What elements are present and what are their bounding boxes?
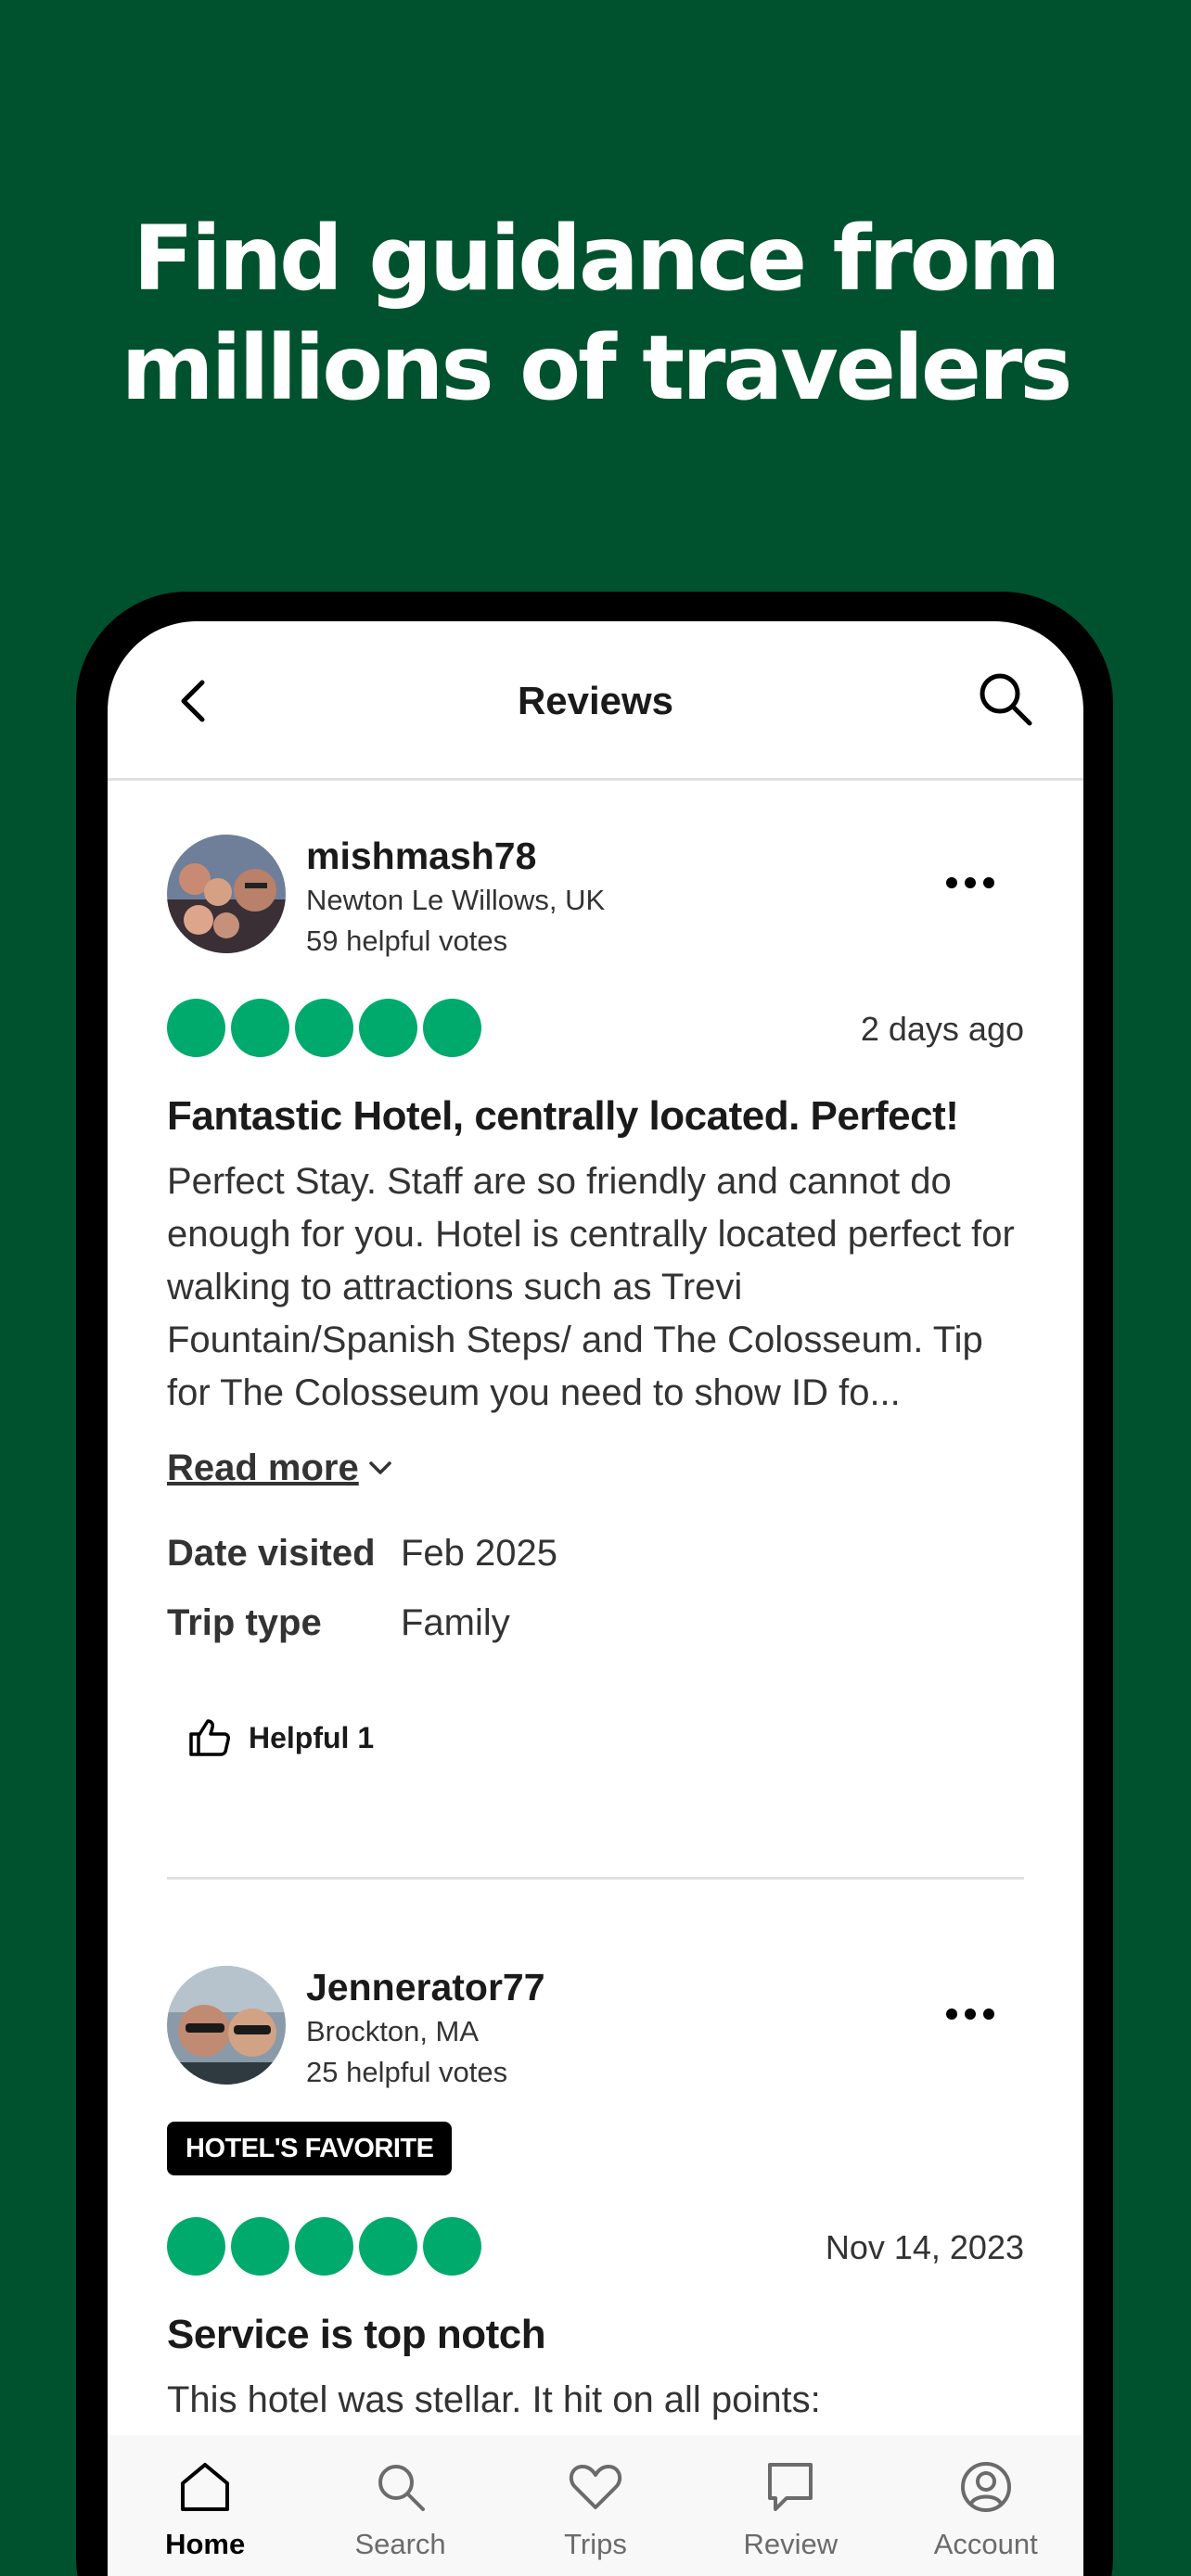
helpful-label: Helpful 1 [249,1721,375,1754]
avatar[interactable] [167,1966,286,2085]
rating-bubbles [167,2217,481,2276]
tab-home-label: Home [165,2528,246,2560]
review-card: mishmash78 Newton Le Willows, UK 59 help… [167,835,1024,1539]
rating-bubble [295,2217,353,2276]
reviewer-location: Newton Le Willows, UK [306,884,606,916]
tab-search-label: Search [354,2528,446,2560]
rating-bubble [231,999,289,1057]
reviewer-name[interactable]: Jennerator77 [306,1964,545,2010]
review-date: 2 days ago [860,1010,1024,1048]
heart-icon [569,2465,622,2509]
trip-type-label: Trip type [167,1602,322,1643]
rating-bubble [167,999,225,1057]
reviewer-votes: 59 helpful votes [306,925,508,957]
review-date: Nov 14, 2023 [825,2228,1024,2266]
hero-heading: Find guidance from millions of travelers [0,204,1191,423]
search-icon [378,2465,425,2511]
tab-account[interactable]: Account [893,2435,1079,2576]
review-title: Fantastic Hotel, centrally located. Perf… [167,1093,959,1139]
phone-screen: Reviews mishmash78 Newton Le Willows, UK… [108,621,1083,2576]
more-options-icon[interactable] [944,874,996,892]
hero-line-1: Find guidance from [133,207,1060,311]
review-body: Perfect Stay. Staff are so friendly and … [167,1161,1015,1413]
bottom-tab-bar: Home Search Trips Review Account [108,2435,1083,2576]
rating-bubble [231,2217,289,2276]
review-title: Service is top notch [167,2312,546,2357]
more-options-icon[interactable] [944,2005,996,2023]
review-meta: Date visited Feb 2025 Trip type Family [167,1530,1024,1660]
reviewer-location: Brockton, MA [306,2015,480,2047]
review-body: This hotel was stellar. It hit on all po… [167,2379,821,2420]
tab-trips[interactable]: Trips [503,2435,688,2576]
rating-bubble [359,999,417,1057]
rating-bubble [295,999,353,1057]
read-more-label: Read more [167,1447,359,1488]
hotels-favorite-badge: HOTEL'S FAVORITE [167,2122,453,2175]
tab-home[interactable]: Home [112,2435,298,2576]
tab-search[interactable]: Search [308,2435,493,2576]
thumbs-up-icon [189,1719,230,1756]
tab-trips-label: Trips [564,2528,627,2560]
nav-bar: Reviews [108,621,1083,781]
rating-bubble [423,999,481,1057]
home-icon [181,2463,230,2511]
rating-bubble [423,2217,481,2276]
tab-review-label: Review [743,2528,839,2560]
account-icon [960,2462,1011,2512]
helpful-row: Helpful 1 [167,1715,1024,1771]
rating-bubble [359,2217,417,2276]
review-card: Jennerator77 Brockton, MA 25 helpful vot… [167,1966,1024,2448]
tab-review[interactable]: Review [698,2435,883,2576]
rating-bubble [167,2217,225,2276]
speech-bubble-icon [768,2463,813,2511]
tab-account-label: Account [933,2528,1038,2560]
reviewer-name[interactable]: mishmash78 [306,833,536,879]
trip-type-value: Family [401,1602,510,1643]
date-visited-value: Feb 2025 [401,1533,558,1574]
chevron-down-icon [369,1461,391,1474]
rating-bubbles [167,999,481,1057]
page-title: Reviews [517,679,674,722]
avatar[interactable] [167,835,286,953]
hero-line-2: millions of travelers [121,316,1073,420]
reviewer-votes: 25 helpful votes [306,2056,508,2088]
date-visited-label: Date visited [167,1533,376,1574]
search-icon[interactable] [972,666,1039,733]
read-more-link[interactable]: Read more [167,1445,394,1491]
review-divider [167,1877,1024,1880]
helpful-button[interactable]: Helpful 1 [187,1715,374,1760]
